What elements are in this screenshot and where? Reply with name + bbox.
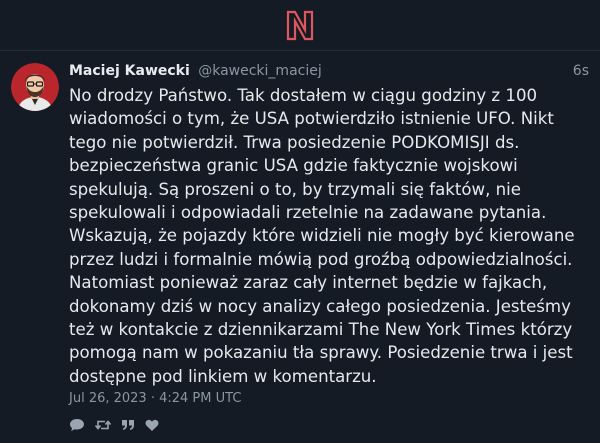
retweet-button[interactable] xyxy=(95,418,111,432)
username-link[interactable]: @kawecki_maciej xyxy=(198,63,322,79)
tweet-age-link[interactable]: 6s xyxy=(573,62,589,80)
tweet-content: No drodzy Państwo. Tak dostałem w ciągu … xyxy=(69,86,575,386)
quote-icon xyxy=(122,420,134,430)
like-button[interactable] xyxy=(145,419,159,432)
nitter-logo-icon[interactable] xyxy=(285,10,315,41)
retweet-icon xyxy=(95,420,111,430)
quote-button[interactable] xyxy=(121,418,135,432)
tweet-date[interactable]: Jul 26, 2023 · 4:24 PM UTC xyxy=(69,391,241,406)
comment-icon xyxy=(70,419,84,431)
avatar[interactable] xyxy=(11,63,59,111)
tweet: Maciej Kawecki @kawecki_maciej 6s No dro… xyxy=(0,51,600,443)
tweet-actions xyxy=(69,417,169,433)
tweet-header: Maciej Kawecki @kawecki_maciej 6s xyxy=(69,62,589,82)
fullname-link[interactable]: Maciej Kawecki xyxy=(69,63,190,79)
heart-icon xyxy=(145,419,159,431)
comment-button[interactable] xyxy=(69,418,85,432)
top-bar xyxy=(0,0,600,50)
